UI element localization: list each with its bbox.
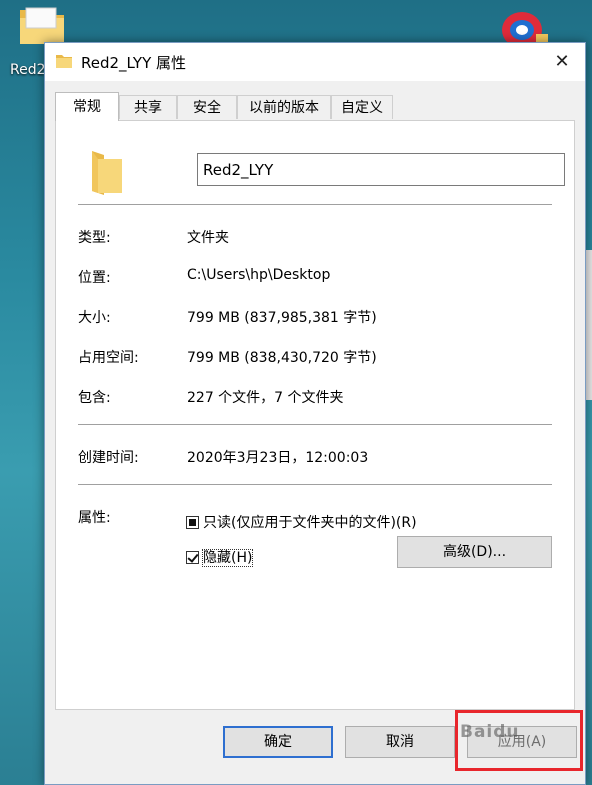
location-value: C:\Users\hp\Desktop: [187, 267, 331, 283]
advanced-button[interactable]: 高级(D)...: [397, 536, 552, 568]
window-title: Red2_LYY 属性: [81, 54, 187, 72]
cancel-button[interactable]: 取消: [345, 726, 455, 758]
readonly-checkbox[interactable]: 只读(仅应用于文件夹中的文件)(R): [186, 512, 417, 532]
folder-icon: [92, 151, 122, 195]
location-label: 位置:: [78, 270, 111, 286]
tab-general[interactable]: 常规: [55, 92, 119, 121]
separator: [78, 204, 552, 205]
checkbox-checked-icon: [186, 551, 199, 564]
readonly-checkbox-label: 只读(仅应用于文件夹中的文件)(R): [203, 515, 417, 531]
type-value: 文件夹: [187, 230, 229, 246]
title-bar[interactable]: Red2_LYY 属性 ✕: [45, 43, 585, 81]
attributes-label: 属性:: [78, 510, 111, 526]
size-value: 799 MB (837,985,381 字节): [187, 310, 377, 326]
hidden-checkbox-label: 隐藏(H): [201, 549, 254, 567]
separator: [78, 484, 552, 485]
checkbox-indeterminate-icon: [186, 516, 199, 529]
created-label: 创建时间:: [78, 450, 139, 466]
folder-icon: [56, 55, 72, 68]
properties-dialog: Red2_LYY 属性 ✕ 常规 共享 安全 以前的版本 自定义 类型: 文件夹…: [44, 42, 586, 785]
desktop-icon-label: Red2: [10, 62, 46, 78]
tab-customize[interactable]: 自定义: [331, 95, 393, 119]
tab-sharing[interactable]: 共享: [119, 95, 177, 119]
close-icon: ✕: [554, 51, 570, 72]
type-label: 类型:: [78, 230, 111, 246]
close-button[interactable]: ✕: [549, 49, 575, 75]
size-label: 大小:: [78, 310, 111, 326]
watermark-logo: Baidu: [460, 722, 520, 742]
ok-button[interactable]: 确定: [223, 726, 333, 758]
separator: [78, 424, 552, 425]
tab-previous-versions[interactable]: 以前的版本: [237, 95, 331, 119]
created-value: 2020年3月23日，12:00:03: [187, 450, 369, 466]
size-on-disk-label: 占用空间:: [78, 350, 139, 366]
desktop-folder-icon[interactable]: [18, 6, 66, 46]
general-panel: 类型: 文件夹 位置: C:\Users\hp\Desktop 大小: 799 …: [55, 120, 575, 710]
contains-value: 227 个文件，7 个文件夹: [187, 390, 344, 406]
size-on-disk-value: 799 MB (838,430,720 字节): [187, 350, 377, 366]
folder-name-input[interactable]: [197, 153, 565, 186]
tab-security[interactable]: 安全: [177, 95, 237, 119]
contains-label: 包含:: [78, 390, 111, 406]
hidden-checkbox[interactable]: 隐藏(H): [186, 547, 254, 567]
